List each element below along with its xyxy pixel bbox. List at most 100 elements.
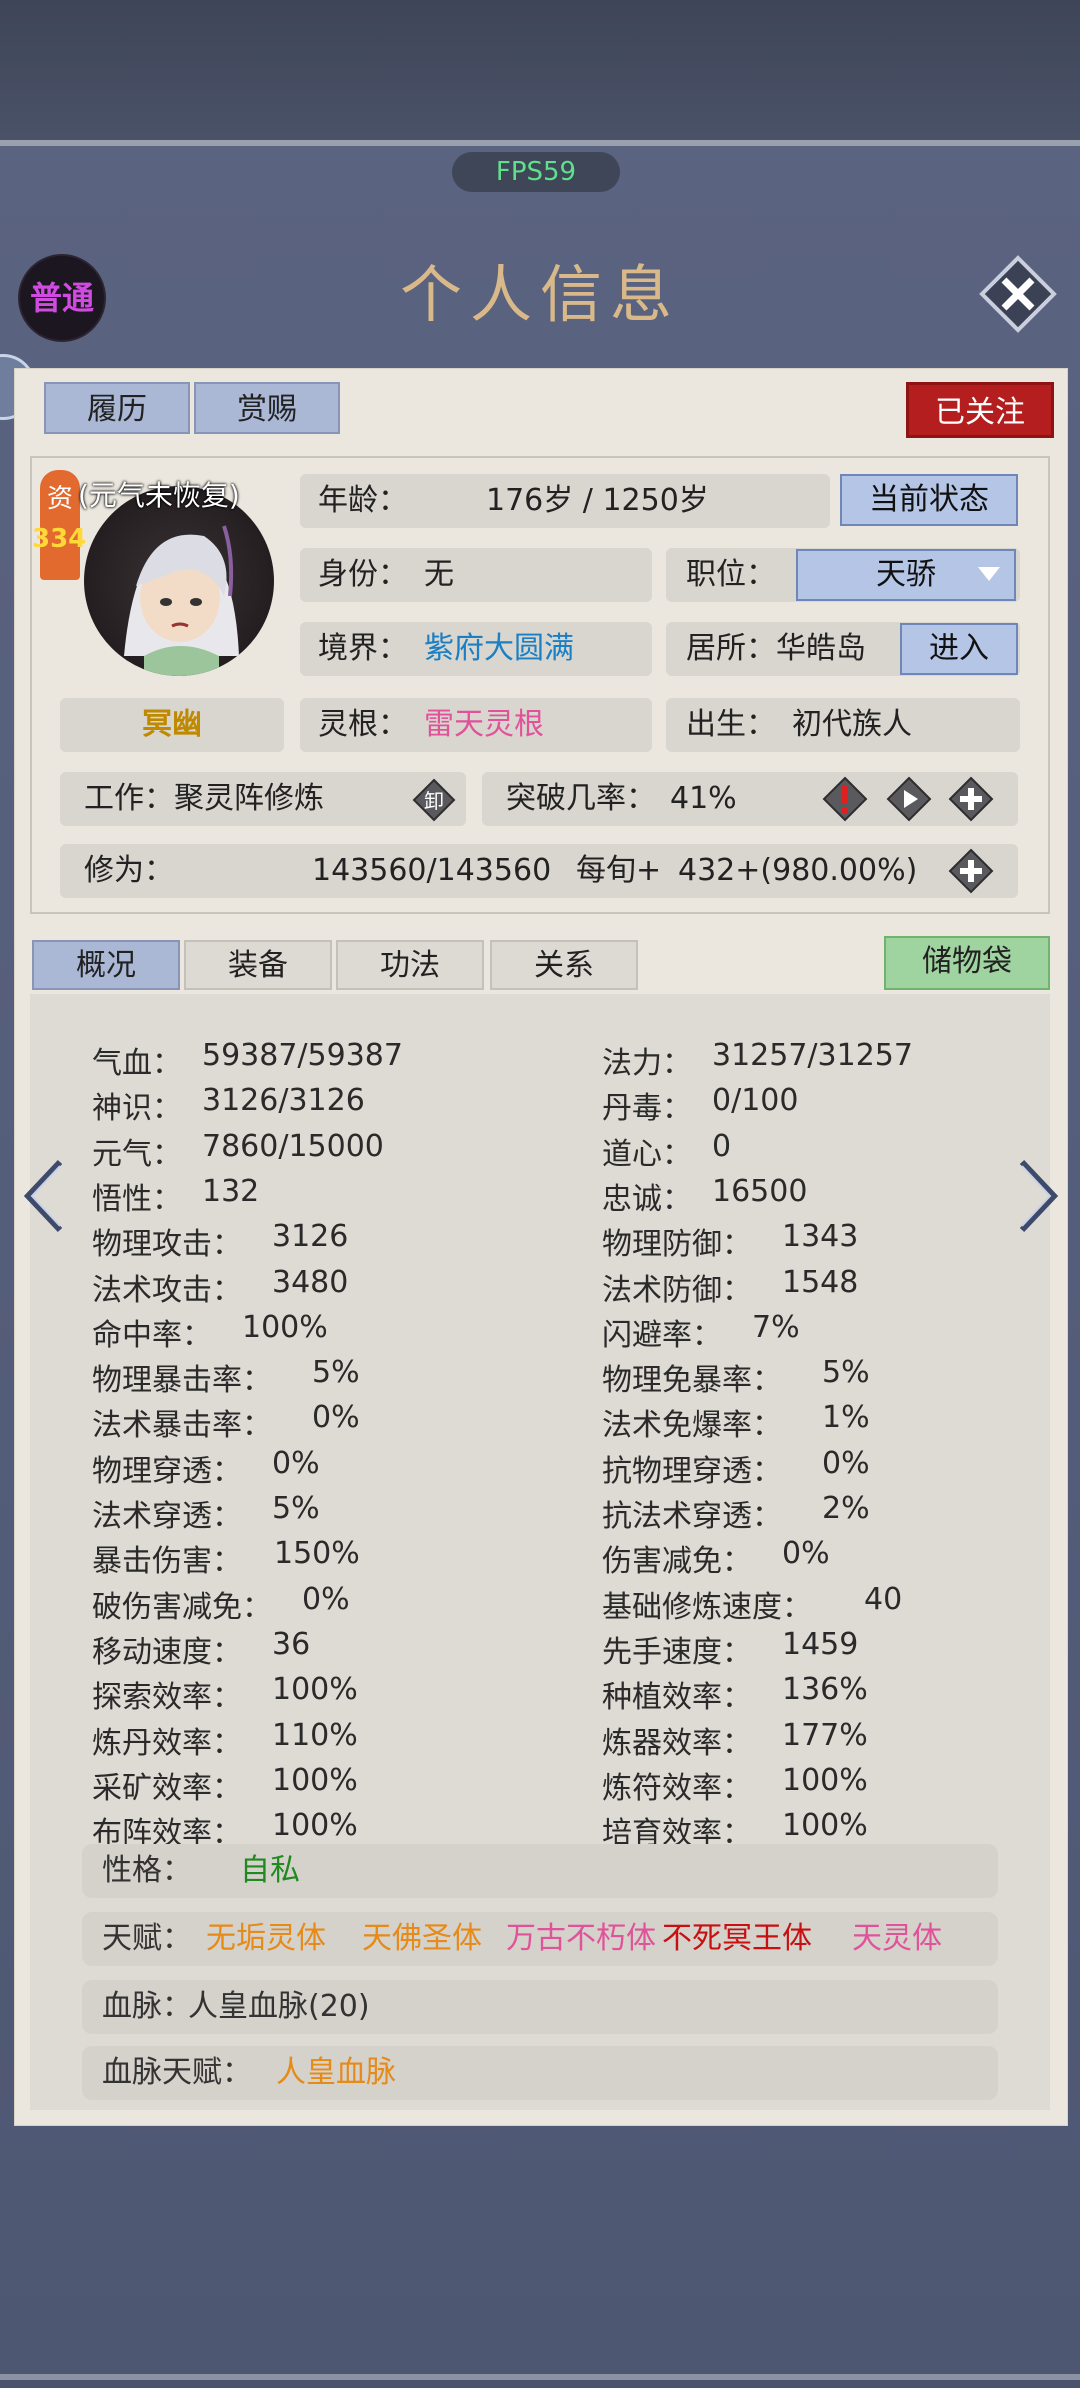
stat-value: 36 xyxy=(272,1627,311,1662)
stat-value: 1343 xyxy=(782,1219,859,1254)
add-cultivation-button[interactable] xyxy=(948,848,994,894)
breakthrough-value: 41% xyxy=(670,781,737,816)
stat-value: 1459 xyxy=(782,1627,859,1662)
alert-button[interactable] xyxy=(822,776,868,822)
stat-label: 法力： xyxy=(602,1046,692,1081)
unequip-icon: 卸 xyxy=(412,778,456,822)
aptitude-value: 334 xyxy=(32,524,87,554)
birth-value: 初代族人 xyxy=(792,707,912,742)
stat-value: 16500 xyxy=(712,1174,808,1209)
chevron-left-icon xyxy=(23,1159,63,1233)
bloodline-talent-label: 血脉天赋： xyxy=(102,2055,252,2090)
talent-item: 天灵体 xyxy=(852,1921,942,1956)
identity-label: 身份： xyxy=(318,557,408,592)
tab-overview[interactable]: 概况 xyxy=(32,940,180,990)
age-row: 年龄： 176岁 / 1250岁 xyxy=(300,474,830,528)
breakthrough-row: 突破几率： 41% xyxy=(482,772,1018,826)
stat-label: 法术防御： xyxy=(602,1273,752,1308)
mode-badge[interactable]: 普通 xyxy=(18,254,106,342)
play-icon xyxy=(886,776,932,822)
tab-techniques[interactable]: 功法 xyxy=(336,940,484,990)
current-state-button[interactable]: 当前状态 xyxy=(840,474,1018,526)
talents-bar: 天赋： 无垢灵体 天佛圣体 万古不朽体 不死冥王体 天灵体 xyxy=(82,1912,998,1966)
identity-value: 无 xyxy=(424,557,454,592)
enter-residence-button[interactable]: 进入 xyxy=(900,623,1018,675)
stat-label: 命中率： xyxy=(92,1318,212,1353)
cultivation-row: 修为： 143560/143560 每旬+ 432+(980.00%) xyxy=(60,844,1018,898)
stat-value: 0% xyxy=(272,1446,320,1481)
cultivation-per-label: 每旬+ xyxy=(576,853,662,888)
stat-label: 伤害减免： xyxy=(602,1544,752,1579)
stat-value: 0% xyxy=(302,1582,350,1617)
stat-label: 移动速度： xyxy=(92,1635,242,1670)
play-button[interactable] xyxy=(886,776,932,822)
birth-row: 出生： 初代族人 xyxy=(666,698,1020,752)
stat-label: 炼器效率： xyxy=(602,1726,752,1761)
stat-value: 7860/15000 xyxy=(202,1129,384,1164)
position-label: 职位： xyxy=(686,557,776,592)
talent-item: 无垢灵体 xyxy=(206,1921,326,1956)
stat-value: 2% xyxy=(822,1491,870,1526)
work-label: 工作： xyxy=(84,781,174,816)
stat-label: 忠诚： xyxy=(602,1182,692,1217)
talent-item: 万古不朽体 xyxy=(506,1921,656,1956)
stat-value: 132 xyxy=(202,1174,260,1209)
stat-label: 种植效率： xyxy=(602,1680,752,1715)
spirit-root-row: 灵根： 雷天灵根 xyxy=(300,698,652,752)
stat-value: 100% xyxy=(272,1672,358,1707)
stat-label: 神识： xyxy=(92,1091,182,1126)
stat-value: 5% xyxy=(822,1355,870,1390)
vital-note: (元气未恢复) xyxy=(78,479,240,512)
tab-relations[interactable]: 关系 xyxy=(490,940,638,990)
prev-character-button[interactable] xyxy=(20,1156,70,1236)
chevron-down-icon xyxy=(978,567,1000,581)
bloodline-talent-bar: 血脉天赋： 人皇血脉 xyxy=(82,2046,998,2100)
chevron-right-icon xyxy=(1019,1159,1059,1233)
alert-icon xyxy=(822,776,868,822)
stat-value: 0% xyxy=(312,1400,360,1435)
personality-label: 性格： xyxy=(102,1853,192,1888)
bottom-divider xyxy=(0,2374,1080,2380)
spirit-root-label: 灵根： xyxy=(318,707,408,742)
tab-history[interactable]: 履历 xyxy=(44,382,190,434)
stat-value: 31257/31257 xyxy=(712,1038,913,1073)
close-icon xyxy=(979,255,1057,333)
work-row: 工作： 聚灵阵修炼 xyxy=(60,772,466,826)
stat-value: 59387/59387 xyxy=(202,1038,403,1073)
stat-label: 悟性： xyxy=(92,1182,182,1217)
position-select[interactable]: 天骄 xyxy=(796,549,1016,601)
stat-value: 100% xyxy=(242,1310,328,1345)
age-label: 年龄： xyxy=(318,483,408,518)
next-character-button[interactable] xyxy=(1012,1156,1062,1236)
stat-label: 法术免爆率： xyxy=(602,1408,782,1443)
stat-label: 基础修炼速度： xyxy=(602,1590,812,1625)
personality-value: 自私 xyxy=(240,1853,300,1888)
storage-bag-button[interactable]: 储物袋 xyxy=(884,936,1050,990)
bloodline-label: 血脉： xyxy=(102,1989,192,2024)
stat-value: 5% xyxy=(312,1355,360,1390)
stat-value: 7% xyxy=(752,1310,800,1345)
tab-rewards[interactable]: 赏赐 xyxy=(194,382,340,434)
add-breakthrough-button[interactable] xyxy=(948,776,994,822)
stat-label: 炼符效率： xyxy=(602,1771,752,1806)
stat-value: 1% xyxy=(822,1400,870,1435)
tab-equipment[interactable]: 装备 xyxy=(184,940,332,990)
stat-value: 1548 xyxy=(782,1265,859,1300)
avatar[interactable] xyxy=(84,486,274,676)
close-button[interactable] xyxy=(978,254,1058,334)
stat-value: 110% xyxy=(272,1718,358,1753)
stat-value: 0% xyxy=(822,1446,870,1481)
stat-label: 法术穿透： xyxy=(92,1499,242,1534)
stat-label: 抗物理穿透： xyxy=(602,1454,782,1489)
stat-label: 丹毒： xyxy=(602,1091,692,1126)
realm-row: 境界： 紫府大圆满 xyxy=(300,622,652,676)
talent-item: 不死冥王体 xyxy=(662,1921,812,1956)
follow-button[interactable]: 已关注 xyxy=(906,382,1054,438)
stat-value: 40 xyxy=(864,1582,903,1617)
realm-label: 境界： xyxy=(318,631,408,666)
cultivation-per-value: 432+(980.00%) xyxy=(678,853,918,888)
stat-value: 150% xyxy=(274,1536,360,1571)
residence-value: 华皓岛 xyxy=(776,631,866,666)
stat-label: 气血： xyxy=(92,1046,182,1081)
unequip-work-button[interactable]: 卸 xyxy=(412,778,456,822)
